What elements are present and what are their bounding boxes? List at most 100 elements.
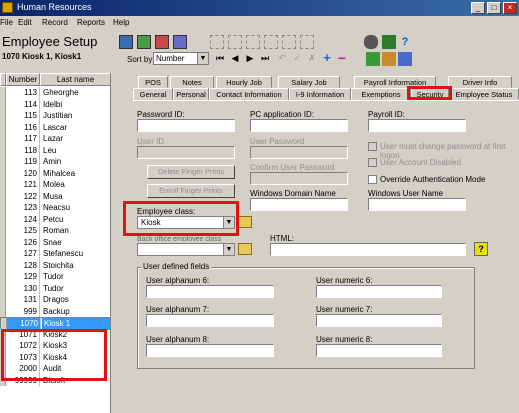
employee-last-name: Musa [43,191,63,201]
list-item[interactable]: 114 Idelbi [0,98,110,110]
next-record-icon[interactable]: ▶ [244,52,256,64]
maximize-button[interactable]: □ [487,2,501,14]
folder-icon[interactable] [238,243,252,255]
employee-number: 123 [23,203,37,212]
sort-select[interactable]: Number ▼ [153,52,209,65]
first-record-icon[interactable]: ⏮ [214,52,226,64]
list-item[interactable]: 130 Tudor [0,282,110,294]
pc-app-id-field[interactable] [250,119,348,132]
check-icon[interactable] [282,35,296,49]
back-office-class-select[interactable]: ▼ [137,243,235,256]
tab-i-9-information[interactable]: I-9 Information [289,88,351,100]
confirm-password-field[interactable] [250,172,348,185]
windows-user-field[interactable] [368,198,466,211]
tab-exemptions[interactable]: Exemptions [351,88,411,100]
minimize-button[interactable]: _ [471,2,485,14]
account-disabled-checkbox[interactable] [368,158,377,167]
list-item[interactable]: 127 Stefanescu [0,248,110,260]
menu-help[interactable]: Help [113,18,129,27]
tab-pos[interactable]: POS [138,76,168,88]
tab-general[interactable]: General [133,88,173,100]
alphanum-6-field[interactable] [146,285,274,298]
folder-icon[interactable] [238,216,252,228]
list-item[interactable]: 124 Petcu [0,213,110,225]
list-item[interactable]: 126 Snae [0,236,110,248]
checkmark-icon[interactable]: ✓ [291,52,303,64]
list-item[interactable]: 131 Dragos [0,294,110,306]
tab-hourly-job[interactable]: Hourly Job [216,76,272,88]
cut-icon[interactable] [210,35,224,49]
delete-record-icon[interactable]: − [336,51,348,65]
cancel-icon[interactable]: ✗ [306,52,318,64]
calculator-icon[interactable] [366,52,380,66]
list-header-number[interactable]: Number [6,73,40,86]
delete-finger-prints-button[interactable]: Delete Finger Prints [147,165,235,179]
list-item[interactable]: 122 Musa [0,190,110,202]
menu-edit[interactable]: Edit [18,18,32,27]
paste-icon[interactable] [246,35,260,49]
previous-record-icon[interactable]: ◀ [229,52,241,64]
payroll-id-field[interactable] [368,119,466,132]
override-auth-checkbox[interactable] [368,175,377,184]
list-item[interactable]: 119 Amin [0,156,110,168]
html-field[interactable] [270,243,466,256]
menu-record[interactable]: Record [42,18,68,27]
last-record-icon[interactable]: ⏭ [259,52,271,64]
list-item[interactable]: 118 Leu [0,144,110,156]
numeric-7-field[interactable] [316,314,442,327]
list-item[interactable]: 128 Stoichita [0,259,110,271]
undo-icon[interactable] [264,35,278,49]
binoculars-icon[interactable] [364,35,378,49]
list-item[interactable]: 115 Justitian [0,110,110,122]
user-id-field[interactable] [137,146,235,159]
numeric-6-field[interactable] [316,285,442,298]
menu-reports[interactable]: Reports [77,18,105,27]
list-header-last-name[interactable]: Last name [40,73,110,86]
password-id-field[interactable] [137,119,235,132]
list-item[interactable]: 117 Lazar [0,133,110,145]
tab-contact-information[interactable]: Contact Information [209,88,289,100]
numeric-8-field[interactable] [316,344,442,357]
close-button[interactable]: × [503,2,517,14]
list-item[interactable]: 116 Lascar [0,121,110,133]
user-defined-fields-label: User defined fields [141,262,212,271]
add-record-icon[interactable]: + [321,51,333,64]
numeric-8-label: User numeric 8: [316,335,373,344]
list-item[interactable]: 999 Backup [0,305,110,317]
employees-icon[interactable] [119,35,133,49]
employee-group-icon[interactable] [137,35,151,49]
settings-icon[interactable] [398,52,412,66]
report-icon[interactable] [382,35,396,49]
alphanum-8-field[interactable] [146,344,274,357]
employee-number: 127 [23,249,37,258]
employee-edit-icon[interactable] [173,35,187,49]
tab-personal[interactable]: Personal [173,88,209,100]
menu-file[interactable]: File [0,18,13,27]
windows-domain-field[interactable] [250,198,348,211]
help-icon[interactable]: ? [474,242,488,256]
tab-driver-info[interactable]: Driver Info [448,76,512,88]
column-divider [39,156,40,168]
list-item[interactable]: 113 Gheorghe [0,87,110,99]
alphanum-7-field[interactable] [146,314,274,327]
back-icon[interactable]: ↶ [276,52,288,64]
copy-icon[interactable] [228,35,242,49]
list-item[interactable]: 120 Mihalcea [0,167,110,179]
must-change-password-checkbox[interactable] [368,142,377,151]
user-password-field[interactable] [250,146,348,159]
title-bar: Human Resources _ □ × [0,0,519,16]
context-help-icon[interactable]: ? [398,35,412,49]
employee-number: 118 [24,145,37,155]
employee-remove-icon[interactable] [155,35,169,49]
column-divider [39,213,40,225]
list-item[interactable]: 123 Neacsu [0,202,110,214]
list-item[interactable]: 125 Roman [0,225,110,237]
enroll-finger-prints-button[interactable]: Enroll Finger Prints [147,184,235,198]
tab-notes[interactable]: Notes [170,76,214,88]
tab-employee-status[interactable]: Employee Status [449,88,519,100]
list-item[interactable]: 129 Tudor [0,271,110,283]
redo-icon[interactable] [300,35,314,49]
tab-salary-job[interactable]: Salary Job [278,76,340,88]
export-icon[interactable] [382,52,396,66]
list-item[interactable]: 121 Molea [0,179,110,191]
